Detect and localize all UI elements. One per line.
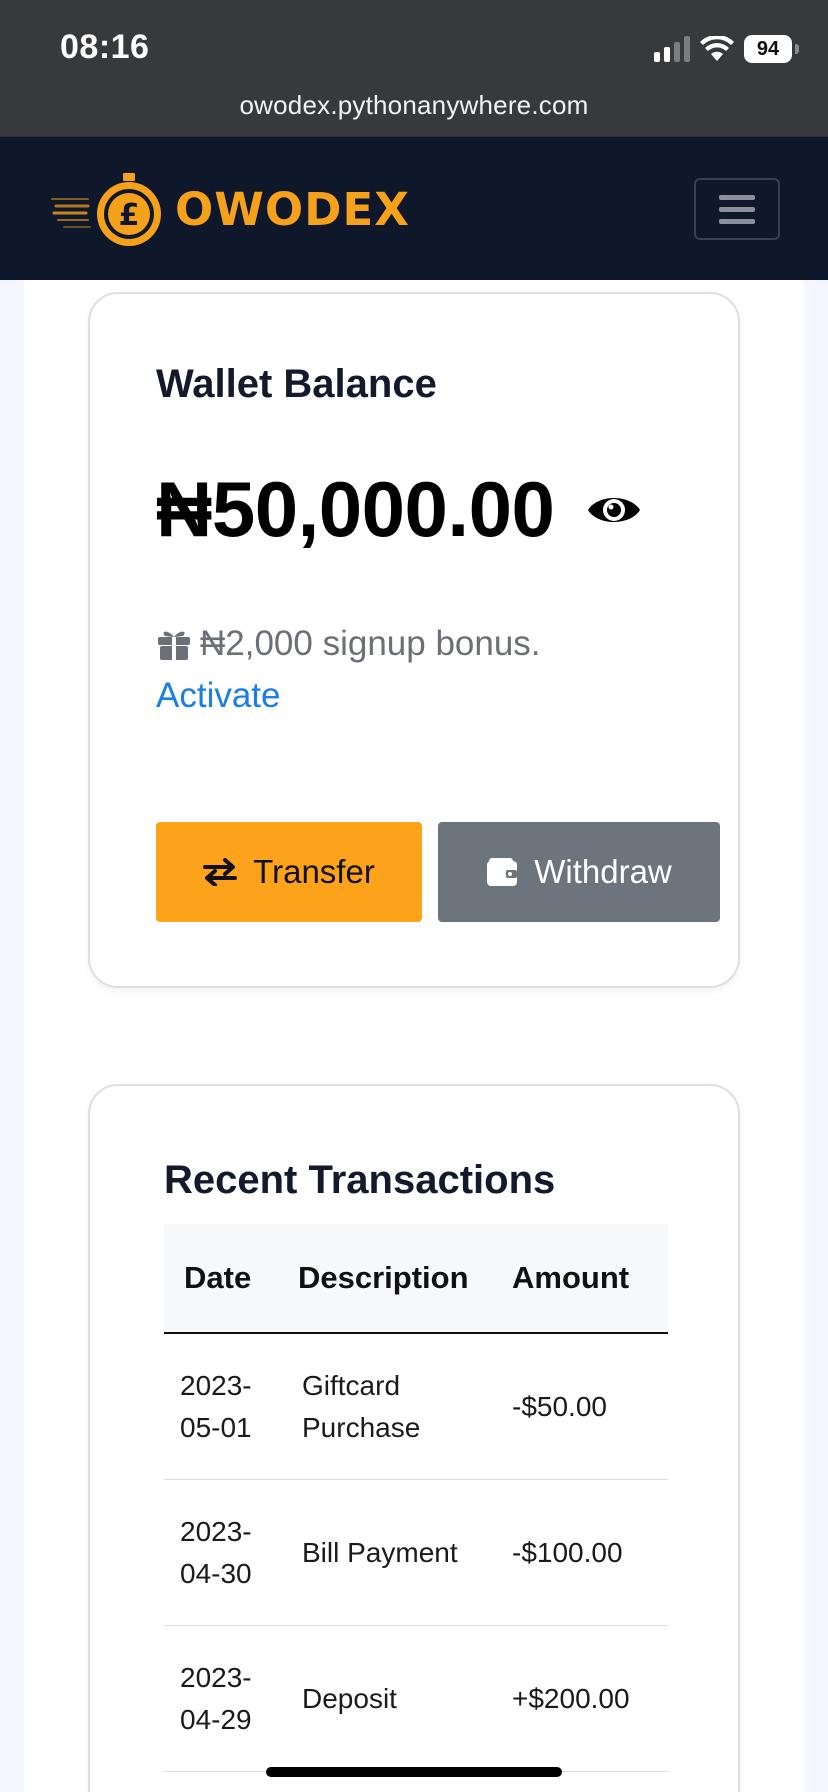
header-description: Description bbox=[298, 1260, 469, 1295]
table-row: 2023- 05-01 Giftcard Purchase -$50.00 bbox=[164, 1334, 668, 1480]
table-row: 2023- 04-29 Deposit +$200.00 bbox=[164, 1626, 668, 1772]
status-icons: 94 bbox=[654, 32, 799, 66]
header-date: Date bbox=[184, 1260, 252, 1295]
row-description: Giftcard Purchase bbox=[302, 1369, 421, 1443]
address-bar[interactable]: owodex.pythonanywhere.com bbox=[0, 90, 828, 121]
row-amount: -$50.00 bbox=[512, 1390, 607, 1422]
row-description: Deposit bbox=[302, 1682, 397, 1714]
balance-row: ₦50,000.00 bbox=[156, 464, 642, 555]
eye-icon[interactable] bbox=[586, 490, 642, 530]
wallet-balance: ₦50,000.00 bbox=[156, 465, 555, 553]
transfer-button[interactable]: Transfer bbox=[156, 822, 422, 922]
table-header: Date Description Amount bbox=[164, 1224, 668, 1334]
brand-name: OWODEX bbox=[175, 182, 410, 236]
transactions-table: Date Description Amount 2023- 05-01 Gift… bbox=[164, 1224, 668, 1772]
svg-text:£: £ bbox=[119, 198, 140, 233]
transfer-arrows-icon bbox=[203, 858, 238, 886]
wallet-title: Wallet Balance bbox=[156, 362, 437, 406]
row-date: 2023- 05-01 bbox=[180, 1369, 252, 1443]
transactions-title: Recent Transactions bbox=[164, 1158, 556, 1202]
withdraw-label: Withdraw bbox=[534, 853, 672, 890]
top-navbar: £ OWODEX bbox=[0, 136, 828, 280]
status-bar: 08:16 94 owodex.pythonanywhere.com bbox=[0, 0, 828, 136]
transactions-card: Recent Transactions Date Description Amo… bbox=[88, 1084, 740, 1792]
table-row: 2023- 04-30 Bill Payment -$100.00 bbox=[164, 1480, 668, 1626]
logo-stopwatch-icon: £ bbox=[51, 173, 161, 246]
menu-toggle-button[interactable] bbox=[694, 178, 780, 240]
hamburger-icon bbox=[719, 194, 755, 200]
row-amount: -$100.00 bbox=[512, 1536, 623, 1568]
activate-link[interactable]: Activate bbox=[156, 676, 281, 716]
status-time: 08:16 bbox=[60, 28, 150, 66]
wallet-icon bbox=[487, 858, 518, 886]
transfer-label: Transfer bbox=[253, 853, 375, 890]
bonus-text: ₦2,000 signup bonus. bbox=[200, 624, 541, 663]
home-indicator bbox=[266, 1767, 562, 1777]
wallet-card: Wallet Balance ₦50,000.00 ₦2,000 signup … bbox=[88, 292, 740, 988]
row-amount: +$200.00 bbox=[512, 1682, 630, 1714]
gift-icon bbox=[158, 631, 190, 660]
row-date: 2023- 04-29 bbox=[180, 1661, 252, 1735]
header-amount: Amount bbox=[512, 1260, 630, 1295]
wifi-icon bbox=[700, 36, 734, 61]
brand-logo[interactable]: £ OWODEX bbox=[50, 169, 410, 249]
signup-bonus: ₦2,000 signup bonus. bbox=[156, 624, 541, 664]
row-date: 2023- 04-30 bbox=[180, 1515, 252, 1589]
battery-icon: 94 bbox=[744, 35, 799, 63]
row-description: Bill Payment bbox=[302, 1536, 458, 1568]
withdraw-button[interactable]: Withdraw bbox=[438, 822, 720, 922]
signal-icon bbox=[654, 36, 690, 62]
